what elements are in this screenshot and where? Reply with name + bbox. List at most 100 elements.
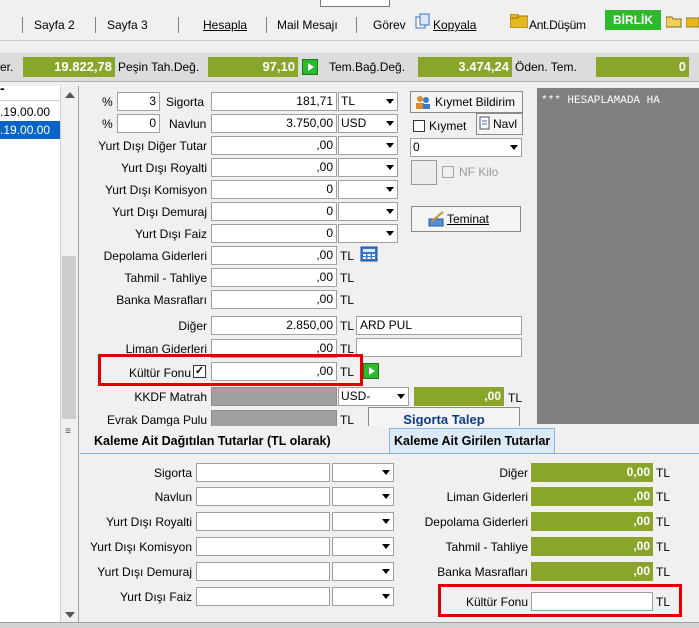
log-panel: *** HESAPLAMADA HA bbox=[537, 88, 699, 424]
lower-royalti-select[interactable] bbox=[332, 512, 394, 531]
banka-currency: TL bbox=[340, 293, 355, 307]
lower-banka-value: ,00 bbox=[531, 562, 653, 581]
oden-tem-label: Öden. Tem. bbox=[515, 60, 577, 74]
lower-sigorta-input[interactable] bbox=[196, 463, 330, 482]
list-item[interactable]: .19.00.00 bbox=[0, 103, 60, 121]
totals-left-value: 19.822,78 bbox=[23, 57, 115, 77]
sigorta-pct-symbol: % bbox=[102, 95, 113, 109]
yroyalti-input[interactable]: ,00 bbox=[211, 158, 337, 177]
kkdf-value: ,00 bbox=[414, 387, 504, 406]
yfaiz-input[interactable]: 0 bbox=[211, 224, 337, 243]
lower-liman-currency: TL bbox=[656, 490, 671, 504]
lower-tahmil-label: Tahmil - Tahliye bbox=[445, 540, 528, 554]
pesin-tah-label: Peşin Tah.Değ. bbox=[118, 60, 200, 74]
diger-input[interactable]: 2.850,00 bbox=[211, 316, 337, 335]
people-icon bbox=[415, 95, 431, 109]
lower-faiz-select[interactable] bbox=[332, 587, 394, 606]
tab-dagitilan-tutarlar[interactable]: Kaleme Ait Dağıtılan Tutarlar (TL olarak… bbox=[94, 430, 331, 452]
nf-kilo-checkbox[interactable] bbox=[442, 166, 454, 178]
lower-faiz-label: Yurt Dışı Faiz bbox=[119, 590, 192, 604]
birlik-button[interactable]: BİRLİK bbox=[605, 10, 661, 30]
lower-komisyon-select[interactable] bbox=[332, 537, 394, 556]
ydiger-currency-select[interactable] bbox=[338, 136, 398, 155]
ydemuraj-currency-select[interactable] bbox=[338, 202, 398, 221]
tab-hesapla[interactable]: Hesapla bbox=[203, 18, 247, 32]
navlun-input[interactable]: 3.750,00 bbox=[211, 114, 337, 133]
nf-kilo-label: NF Kilo bbox=[459, 165, 499, 179]
side-select-value: 0 bbox=[413, 140, 420, 154]
list-header: - bbox=[0, 80, 60, 101]
list-scrollbar[interactable]: ≡ bbox=[60, 86, 78, 626]
depolama-input[interactable]: ,00 bbox=[211, 246, 337, 265]
lower-komisyon-label: Yurt Dışı Komisyon bbox=[89, 540, 192, 554]
tab-sayfa-3[interactable]: Sayfa 3 bbox=[107, 18, 148, 32]
sigorta-pct-input[interactable]: 3 bbox=[117, 92, 160, 111]
list-item-selected[interactable]: .19.00.00 bbox=[0, 121, 60, 139]
lower-demuraj-select[interactable] bbox=[332, 562, 394, 581]
play-arrow-icon[interactable] bbox=[302, 59, 318, 75]
tahmil-currency: TL bbox=[340, 271, 355, 285]
calculator-icon[interactable] bbox=[360, 246, 378, 262]
open-folder-icon[interactable] bbox=[665, 15, 682, 28]
lower-navlun-input[interactable] bbox=[196, 487, 330, 506]
lower-royalti-label: Yurt Dışı Royalti bbox=[105, 515, 192, 529]
ydemuraj-input[interactable]: 0 bbox=[211, 202, 337, 221]
lower-diger-value: 0,00 bbox=[531, 463, 653, 482]
lower-depolama-value: ,00 bbox=[531, 512, 653, 531]
ant-dusum-button[interactable]: Ant.Düşüm bbox=[529, 18, 586, 32]
evrak-currency: TL bbox=[340, 413, 355, 427]
kiymet-checkbox[interactable] bbox=[413, 120, 425, 132]
sigorta-currency-select[interactable]: TL bbox=[338, 92, 398, 111]
diger-note-input-2[interactable] bbox=[356, 338, 522, 357]
kopyala-button[interactable]: Kopyala bbox=[433, 18, 476, 32]
banka-label: Banka Masrafları bbox=[116, 293, 207, 307]
banka-input[interactable]: ,00 bbox=[211, 290, 337, 309]
navlun-pct-input[interactable]: 0 bbox=[117, 114, 160, 133]
yfaiz-currency-select[interactable] bbox=[338, 224, 398, 243]
lower-royalti-input[interactable] bbox=[196, 512, 330, 531]
sigorta-talep-button[interactable]: Sigorta Talep bbox=[368, 407, 520, 427]
tab-gorev[interactable]: Görev bbox=[373, 18, 406, 32]
ykomisyon-currency-select[interactable] bbox=[338, 180, 398, 199]
copy-icon[interactable] bbox=[415, 13, 431, 29]
lower-diger-label: Diğer bbox=[499, 466, 528, 480]
lower-navlun-select[interactable] bbox=[332, 487, 394, 506]
ydemuraj-label: Yurt Dışı Demuraj bbox=[112, 205, 207, 219]
kkdf-label: KKDF Matrah bbox=[134, 390, 207, 404]
tab-divider bbox=[80, 453, 699, 454]
tab-bar: Sayfa 2 Sayfa 3 Hesapla Mail Mesajı Göre… bbox=[0, 0, 699, 41]
lower-tahmil-currency: TL bbox=[656, 540, 671, 554]
lower-demuraj-input[interactable] bbox=[196, 562, 330, 581]
lower-faiz-input[interactable] bbox=[196, 587, 330, 606]
lower-sigorta-label: Sigorta bbox=[153, 466, 192, 480]
folder-icon-2[interactable] bbox=[685, 15, 699, 28]
kkdf-currency-select[interactable]: USD- bbox=[338, 387, 409, 406]
lower-navlun-label: Navlun bbox=[154, 490, 192, 504]
separator bbox=[95, 17, 96, 33]
yroyalti-currency-select[interactable] bbox=[338, 158, 398, 177]
ydiger-input[interactable]: ,00 bbox=[211, 136, 337, 155]
tem-bag-label: Tem.Bağ.Değ. bbox=[329, 60, 406, 74]
highlight-kultur-fonu bbox=[98, 354, 363, 386]
lower-demuraj-label: Yurt Dışı Demuraj bbox=[97, 565, 192, 579]
kultur-play-icon[interactable] bbox=[363, 363, 379, 379]
tab-sayfa-2[interactable]: Sayfa 2 bbox=[34, 18, 75, 32]
side-select[interactable]: 0 bbox=[410, 138, 522, 157]
navl-label: Navl bbox=[493, 117, 518, 131]
kkdf-currency-tl: TL bbox=[508, 391, 523, 405]
folder-icon[interactable] bbox=[509, 13, 529, 29]
sigorta-input[interactable]: 181,71 bbox=[211, 92, 337, 111]
side-blank-button[interactable] bbox=[411, 160, 437, 185]
ykomisyon-input[interactable]: 0 bbox=[211, 180, 337, 199]
toolbar-fragment bbox=[320, 0, 390, 7]
lower-komisyon-input[interactable] bbox=[196, 537, 330, 556]
diger-note-input[interactable]: ARD PUL bbox=[356, 316, 522, 335]
navlun-label: Navlun bbox=[169, 117, 207, 131]
tahmil-input[interactable]: ,00 bbox=[211, 268, 337, 287]
kiymet-label: Kıymet bbox=[429, 119, 467, 133]
tab-girilen-tutarlar[interactable]: Kaleme Ait Girilen Tutarlar bbox=[389, 428, 556, 453]
lower-sigorta-select[interactable] bbox=[332, 463, 394, 482]
tab-mail-mesaji[interactable]: Mail Mesajı bbox=[277, 18, 338, 32]
navlun-currency-select[interactable]: USD bbox=[338, 114, 398, 133]
yroyalti-label: Yurt Dışı Royalti bbox=[120, 161, 207, 175]
